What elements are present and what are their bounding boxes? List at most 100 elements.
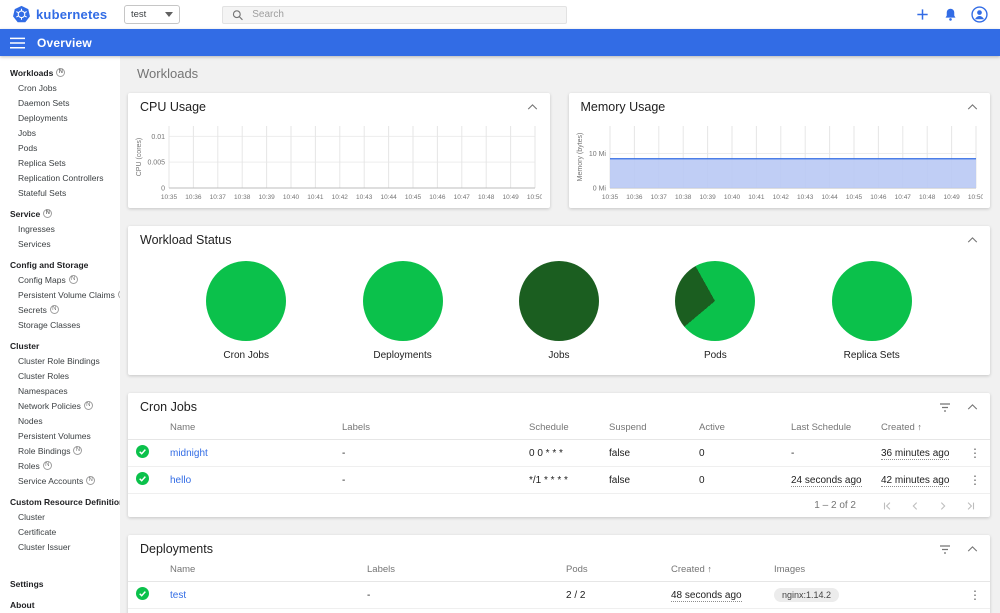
column-header-suspend[interactable]: Suspend <box>601 416 691 440</box>
sidebar-section-label: Config and Storage <box>10 260 89 270</box>
pie-chart[interactable] <box>675 261 756 341</box>
sidebar-item-stateful-sets[interactable]: Stateful Sets <box>0 186 120 201</box>
svg-text:10:49: 10:49 <box>502 194 519 201</box>
sidebar-item-cluster-roles[interactable]: Cluster Roles <box>0 369 120 384</box>
card-title: Memory Usage <box>580 100 666 114</box>
sidebar-item-cluster-issuer[interactable]: Cluster Issuer <box>0 540 120 555</box>
chevron-right-icon <box>940 501 946 510</box>
previous-page-button[interactable] <box>910 501 920 511</box>
sidebar-item-nodes[interactable]: Nodes <box>0 414 120 429</box>
collapse-button[interactable] <box>967 237 978 243</box>
sidebar-section-cluster[interactable]: Cluster <box>0 337 120 354</box>
sidebar-item-label: Persistent Volumes <box>18 431 91 441</box>
filter-button[interactable] <box>939 402 951 412</box>
sidebar-section-service[interactable]: Service N <box>0 205 120 222</box>
sidebar-item-certificate[interactable]: Certificate <box>0 525 120 540</box>
row-menu-button[interactable]: ⋮ <box>960 439 990 467</box>
column-header-created[interactable]: Created ↑ <box>873 416 960 440</box>
sidebar-section-about[interactable]: About <box>0 596 120 613</box>
sidebar-item-deployments[interactable]: Deployments <box>0 111 120 126</box>
sidebar-item-label: Storage Classes <box>18 320 81 330</box>
svg-text:10:41: 10:41 <box>748 194 765 201</box>
sidebar-item-jobs[interactable]: Jobs <box>0 126 120 141</box>
sidebar-item-config-maps[interactable]: Config Maps N <box>0 273 120 288</box>
sidebar-item-services[interactable]: Services <box>0 237 120 252</box>
sidebar-item-persistent-volumes[interactable]: Persistent Volumes <box>0 429 120 444</box>
sidebar-section-custom-resource-definitions[interactable]: Custom Resource Definitions <box>0 493 120 510</box>
workload-status-card: Workload Status Cron Jobs Deployments Jobs… <box>128 226 990 375</box>
filter-icon <box>940 402 950 412</box>
user-menu-button[interactable] <box>971 6 988 23</box>
sidebar-item-secrets[interactable]: Secrets N <box>0 303 120 318</box>
collapse-button[interactable] <box>967 104 978 110</box>
sidebar-item-storage-classes[interactable]: Storage Classes <box>0 318 120 333</box>
table-cell: app: nginx <box>359 608 558 613</box>
sidebar-item-pods[interactable]: Pods <box>0 141 120 156</box>
column-header-name[interactable]: Name <box>162 558 359 582</box>
column-header-labels[interactable]: Labels <box>359 558 558 582</box>
check-circle-icon <box>136 445 149 458</box>
status-ok-icon <box>136 472 149 485</box>
sidebar-item-daemon-sets[interactable]: Daemon Sets <box>0 96 120 111</box>
resource-link[interactable]: hello <box>170 475 191 486</box>
svg-text:10:45: 10:45 <box>845 194 862 201</box>
column-header-name[interactable]: Name <box>162 416 334 440</box>
sidebar-item-ingresses[interactable]: Ingresses <box>0 222 120 237</box>
collapse-button[interactable] <box>527 104 538 110</box>
sidebar-item-service-accounts[interactable]: Service Accounts N <box>0 474 120 489</box>
column-header-active[interactable]: Active <box>691 416 783 440</box>
sidebar-item-cluster[interactable]: Cluster <box>0 510 120 525</box>
sidebar-item-label: Ingresses <box>18 224 55 234</box>
sidebar-item-replica-sets[interactable]: Replica Sets <box>0 156 120 171</box>
collapse-button[interactable] <box>967 546 978 552</box>
sidebar-item-role-bindings[interactable]: Role Bindings N <box>0 444 120 459</box>
sidebar-item-cron-jobs[interactable]: Cron Jobs <box>0 81 120 96</box>
sidebar-item-network-policies[interactable]: Network Policies N <box>0 399 120 414</box>
column-header-images[interactable]: Images <box>766 558 960 582</box>
namespace-select[interactable]: test <box>124 5 180 24</box>
svg-text:10:48: 10:48 <box>919 194 936 201</box>
table-cell: nginx-deployment <box>162 608 359 613</box>
workload-status-charts: Cron Jobs Deployments Jobs Pods Replica Sets <box>128 249 990 375</box>
search-bar[interactable] <box>222 5 567 24</box>
svg-text:10:42: 10:42 <box>332 194 349 201</box>
sidebar-item-namespaces[interactable]: Namespaces <box>0 384 120 399</box>
plus-icon <box>917 9 928 20</box>
column-header-created[interactable]: Created ↑ <box>663 558 766 582</box>
column-header-schedule[interactable]: Schedule <box>521 416 601 440</box>
sidebar-item-replication-controllers[interactable]: Replication Controllers <box>0 171 120 186</box>
last-page-button[interactable] <box>966 501 976 511</box>
cron-jobs-table: Name Labels Schedule Suspend Active Last Sche… <box>128 416 990 494</box>
column-header-last-schedule[interactable]: Last Schedule <box>783 416 873 440</box>
sidebar-item-roles[interactable]: Roles N <box>0 459 120 474</box>
sidebar-section-workloads[interactable]: Workloads N <box>0 64 120 81</box>
row-menu-button[interactable]: ⋮ <box>960 608 990 613</box>
search-input[interactable] <box>252 9 557 20</box>
first-page-button[interactable] <box>882 501 892 511</box>
actions-column-header <box>960 416 990 440</box>
sidebar-section-settings[interactable]: Settings <box>0 575 120 592</box>
row-menu-button[interactable]: ⋮ <box>960 581 990 609</box>
pagination: 1 – 2 of 2 <box>128 494 990 517</box>
brand[interactable]: kubernetes <box>12 5 124 24</box>
notifications-button[interactable] <box>943 7 958 22</box>
sidebar-item-cluster-role-bindings[interactable]: Cluster Role Bindings <box>0 354 120 369</box>
pie-chart[interactable] <box>831 261 912 341</box>
namespaced-badge: N <box>42 461 52 470</box>
resource-link[interactable]: midnight <box>170 448 208 459</box>
resource-link[interactable]: test <box>170 590 186 601</box>
sidebar-item-persistent-volume-claims[interactable]: Persistent Volume ClaimsN <box>0 288 120 303</box>
collapse-button[interactable] <box>967 404 978 410</box>
pie-chart[interactable] <box>362 261 443 341</box>
svg-text:0.01: 0.01 <box>151 134 165 141</box>
next-page-button[interactable] <box>938 501 948 511</box>
row-menu-button[interactable]: ⋮ <box>960 466 990 494</box>
pie-chart[interactable] <box>518 261 599 341</box>
menu-button[interactable] <box>10 37 25 49</box>
column-header-labels[interactable]: Labels <box>334 416 521 440</box>
add-resource-button[interactable] <box>915 7 930 22</box>
sidebar-section-config-and-storage[interactable]: Config and Storage <box>0 256 120 273</box>
column-header-pods[interactable]: Pods <box>558 558 663 582</box>
filter-button[interactable] <box>939 544 951 554</box>
pie-chart[interactable] <box>206 261 287 341</box>
